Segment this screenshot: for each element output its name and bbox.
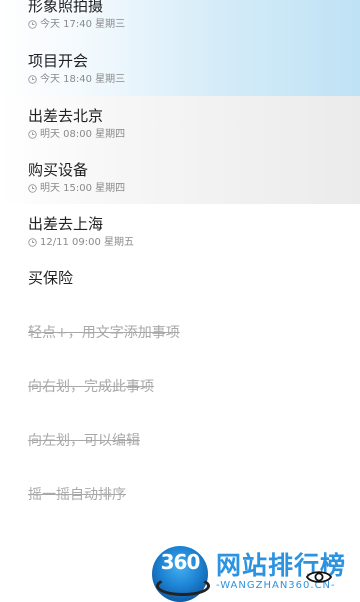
hint-text: 向右划，完成此事项 — [28, 379, 154, 395]
todo-title: 形象照拍摄 — [28, 0, 104, 15]
hint-item: 向左划，可以编辑 — [28, 431, 360, 451]
todo-title: 出差去上海 — [28, 215, 104, 233]
todo-title: 买保险 — [28, 269, 74, 287]
clock-icon — [28, 20, 37, 29]
todo-meta-text: 明天 15:00 星期四 — [40, 183, 126, 194]
todo-title: 购买设备 — [28, 161, 89, 179]
todo-item[interactable]: 项目开会 今天 18:40 星期三 — [28, 51, 360, 86]
watermark-number: 360 — [160, 550, 201, 574]
todo-item[interactable]: 出差去北京 明天 08:00 星期四 — [28, 106, 360, 141]
hint-text: 轻点+，用文字添加事项 — [28, 325, 180, 341]
todo-meta-text: 12/11 09:00 星期五 — [40, 237, 134, 248]
todo-title: 项目开会 — [28, 52, 89, 70]
todo-meta-text: 今天 17:40 星期三 — [40, 19, 126, 30]
clock-icon — [28, 75, 37, 84]
ring-icon — [156, 576, 210, 596]
eye-icon[interactable] — [306, 569, 332, 585]
todo-title: 出差去北京 — [28, 107, 104, 125]
todo-item[interactable]: 买保险 — [28, 268, 360, 288]
hint-item: 向右划，完成此事项 — [28, 377, 360, 397]
todo-meta: 今天 18:40 星期三 — [28, 73, 360, 86]
hint-text: 摇一摇自动排序 — [28, 487, 126, 503]
clock-icon — [28, 184, 37, 193]
todo-meta: 12/11 09:00 星期五 — [28, 236, 360, 249]
todo-meta-text: 明天 08:00 星期四 — [40, 129, 126, 140]
todo-meta: 明天 08:00 星期四 — [28, 128, 360, 141]
todo-item[interactable]: 购买设备 明天 15:00 星期四 — [28, 160, 360, 195]
todo-meta: 明天 15:00 星期四 — [28, 182, 360, 195]
todo-meta: 今天 17:40 星期三 — [28, 18, 360, 31]
todo-item[interactable]: 出差去上海 12/11 09:00 星期五 — [28, 214, 360, 249]
todo-item[interactable]: 形象照拍摄 今天 17:40 星期三 — [28, 0, 360, 31]
hint-item: 轻点+，用文字添加事项 — [28, 323, 360, 343]
clock-icon — [28, 238, 37, 247]
hint-text: 向左划，可以编辑 — [28, 433, 140, 449]
clock-icon — [28, 130, 37, 139]
todo-meta-text: 今天 18:40 星期三 — [40, 74, 126, 85]
hint-item: 摇一摇自动排序 — [28, 485, 360, 505]
